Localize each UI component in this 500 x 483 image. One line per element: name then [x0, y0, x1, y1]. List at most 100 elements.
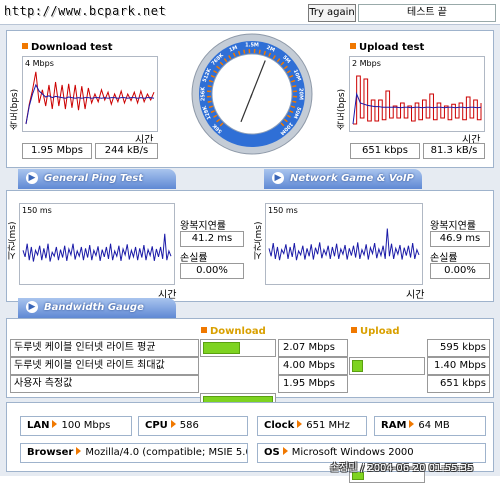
arrow-icon — [409, 420, 414, 428]
ping-chart — [20, 204, 174, 284]
bw-row-label: 두루넷 케이블 인터넷 라이트 최대값 — [10, 357, 199, 375]
arrow-icon: ▶ — [26, 172, 38, 184]
ping-loss-value: 0.00% — [180, 263, 244, 279]
ping-scale: 150 ms — [22, 206, 52, 215]
upload-series-line — [353, 76, 481, 124]
upload-y-label: 속도(bps) — [335, 60, 347, 130]
ping-y-label: 시간(ms) — [6, 200, 18, 260]
bw-upload-value: 1.40 Mbps — [427, 357, 490, 375]
gauge-tick — [208, 86, 212, 87]
bw-upload-value: 651 kbps — [427, 375, 490, 393]
ram-label: RAM — [381, 420, 406, 431]
ping-graph: 150 ms — [19, 203, 175, 285]
game-chart — [266, 204, 422, 284]
os-label: OS — [264, 447, 280, 458]
ram-value: 64 MB — [418, 420, 449, 431]
arrow-icon — [283, 447, 288, 455]
bullet-icon — [350, 43, 356, 49]
bw-download-header: Download — [201, 326, 266, 337]
game-loss-label: 손실률 — [430, 249, 458, 264]
timestamp-watermark: 손정민 / 2004-06-20 01:55:35 — [330, 459, 474, 474]
lan-field: LAN100 Mbps — [20, 416, 132, 436]
download-scale: 4 Mbps — [25, 59, 54, 68]
ping-section-tab: ▶ General Ping Test — [18, 169, 176, 189]
bw-upload-fill — [352, 360, 363, 372]
game-rtt-label: 왕복지연률 — [430, 217, 476, 232]
arrow-icon — [297, 420, 302, 428]
cpu-label: CPU — [145, 420, 168, 431]
ping-rtt-label: 왕복지연률 — [180, 217, 226, 232]
bandwidth-section-title: Bandwidth Gauge — [44, 302, 144, 313]
arrow-icon: ▶ — [272, 172, 284, 184]
bw-download-header-text: Download — [210, 326, 266, 337]
game-x-label: 시간 — [406, 286, 424, 301]
clock-field: Clock 651 MHz — [257, 416, 367, 436]
upload-chart — [350, 57, 484, 131]
download-y-label: 속도(bps) — [8, 60, 20, 130]
clock-value: 651 MHz — [306, 420, 350, 431]
ping-loss-label: 손실률 — [180, 249, 208, 264]
speed-gauge: 56K128K256K512K768K1M1.5M2M5M10M20M50M10… — [190, 32, 314, 156]
speed-test-window: http://www.bcpark.net Try again 테스트 끝 Do… — [0, 0, 500, 476]
gauge-tick-label: 256K — [201, 86, 207, 101]
bw-upload-value: 595 kbps — [427, 339, 490, 357]
gauge-dial: 56K128K256K512K768K1M1.5M2M5M10M20M50M10… — [190, 32, 314, 156]
site-url: http://www.bcpark.net — [4, 4, 166, 18]
browser-field: Browser Mozilla/4.0 (compatible; MSIE 5.0 — [20, 443, 248, 463]
arrow-icon — [52, 420, 57, 428]
download-title: Download test — [22, 42, 113, 53]
ram-field: RAM 64 MB — [374, 416, 486, 436]
bullet-icon — [201, 327, 207, 333]
os-value: Microsoft Windows 2000 — [292, 447, 414, 458]
upload-kbps: 651 kbps — [350, 143, 420, 159]
download-chart — [23, 57, 157, 131]
bw-download-bar — [200, 339, 276, 357]
upload-kbs: 81.3 kB/s — [423, 143, 485, 159]
game-scale: 150 ms — [268, 206, 298, 215]
bw-row-label: 사용자 측정값 — [10, 375, 199, 393]
bullet-icon — [22, 43, 28, 49]
gauge-tick-label: 1.5M — [245, 43, 259, 49]
bullet-icon — [351, 327, 357, 333]
arrow-icon — [171, 420, 176, 428]
gauge-tick — [208, 101, 212, 102]
ping-series-line — [23, 234, 171, 262]
upload-title-text: Upload test — [359, 42, 424, 53]
upload-scale: 2 Mbps — [352, 59, 381, 68]
bw-upload-header-text: Upload — [360, 326, 399, 337]
download-title-text: Download test — [31, 42, 113, 53]
download-graph: 4 Mbps — [22, 56, 158, 132]
gauge-tick-label: 20M — [298, 88, 304, 100]
try-again-button[interactable]: Try again — [308, 4, 356, 22]
bw-row-label: 두루넷 케이블 인터넷 라이트 평균 — [10, 339, 199, 357]
gauge-tick — [292, 86, 296, 87]
cpu-value: 586 — [180, 420, 199, 431]
cpu-field: CPU 586 — [138, 416, 248, 436]
ping-rtt-value: 41.2 ms — [180, 231, 244, 247]
gauge-tick — [244, 50, 245, 54]
bandwidth-section-tab: ▶ Bandwidth Gauge — [18, 298, 176, 318]
ping-section-title: General Ping Test — [44, 173, 143, 184]
browser-label: Browser — [27, 447, 73, 458]
bw-upload-header: Upload — [351, 326, 399, 337]
bw-download-value: 4.00 Mbps — [278, 357, 348, 375]
clock-label: Clock — [264, 420, 294, 431]
gauge-tick — [259, 50, 260, 54]
bw-download-fill — [203, 342, 240, 354]
game-loss-value: 0.00% — [430, 263, 490, 279]
upload-title: Upload test — [350, 42, 424, 53]
top-bar: http://www.bcpark.net Try again 테스트 끝 — [0, 0, 500, 25]
game-series-line — [269, 229, 419, 261]
bw-download-value: 2.07 Mbps — [278, 339, 348, 357]
arrow-icon: ▶ — [26, 301, 38, 313]
upload-graph: 2 Mbps — [349, 56, 485, 132]
arrow-icon — [76, 447, 81, 455]
lan-value: 100 Mbps — [61, 420, 110, 431]
download-mbps: 1.95 Mbps — [22, 143, 92, 159]
browser-value: Mozilla/4.0 (compatible; MSIE 5.0 — [85, 447, 248, 458]
game-y-label: 시간(ms) — [252, 200, 264, 260]
upload-average-line — [353, 94, 481, 124]
game-section-tab: ▶Network Game & VoIP Test — [264, 169, 422, 189]
bw-upload-bar — [349, 357, 425, 375]
gauge-tick — [292, 101, 296, 102]
